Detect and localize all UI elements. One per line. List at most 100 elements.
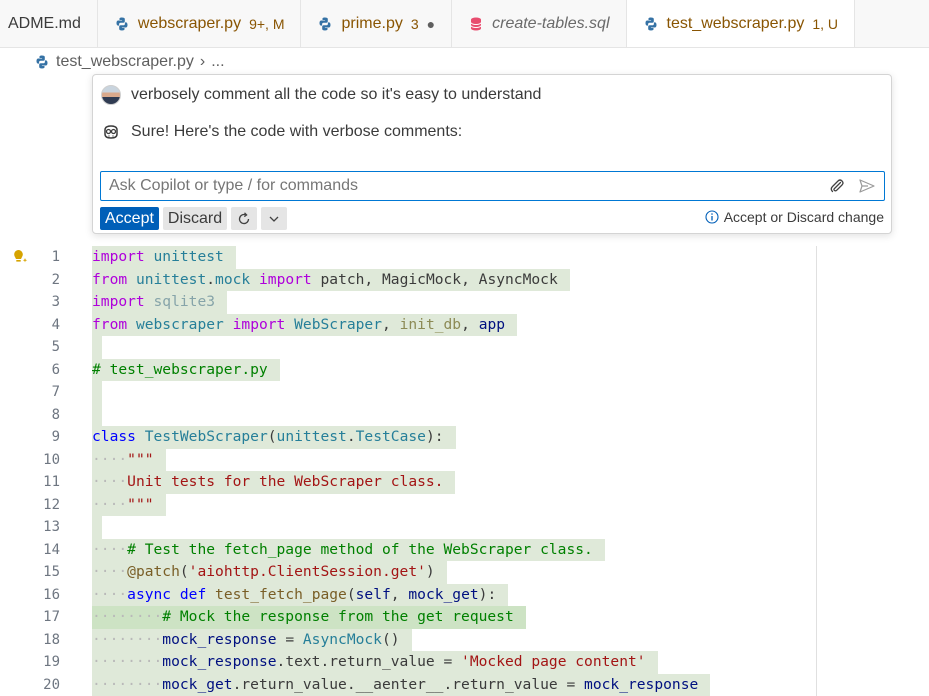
accept-discard-hint: Accept or Discard change <box>705 209 884 225</box>
code-token: () <box>381 630 400 648</box>
python-file-icon <box>645 17 656 31</box>
code-line[interactable]: 17 ········# Mock the response from the g… <box>0 606 929 629</box>
code-token: ( <box>179 563 189 580</box>
copilot-inline-chat: verbosely comment all the code so it's e… <box>92 74 892 234</box>
breadcrumb-more[interactable]: ... <box>211 53 224 71</box>
code-line[interactable]: 11 ····Unit tests for the WebScraper clas… <box>0 471 929 494</box>
code-line[interactable]: 3 import sqlite3 <box>0 291 929 314</box>
code-text <box>92 336 102 359</box>
tab-adme-md[interactable]: ADME.md <box>0 0 98 47</box>
code-line[interactable]: 2 from unittest.mock import patch, MagicM… <box>0 268 929 291</box>
user-message-text: verbosely comment all the code so it's e… <box>131 86 542 103</box>
line-number: 10 <box>43 451 60 468</box>
line-number: 16 <box>43 586 60 603</box>
code-text: ····# Test the fetch_page method of the … <box>92 538 605 561</box>
database-file-icon <box>470 17 482 30</box>
code-text: ····Unit tests for the WebScraper class. <box>92 471 456 494</box>
code-line[interactable]: 4 from webscraper import WebScraper, init… <box>0 313 929 336</box>
regenerate-button[interactable] <box>231 207 258 230</box>
code-token: webscraper <box>135 315 224 333</box>
code-token: import <box>92 248 145 265</box>
code-token: # test_webscraper.py <box>92 360 268 378</box>
tab-problem-badge: 1, U <box>812 16 839 32</box>
code-text: from unittest.mock import patch, MagicMo… <box>92 268 570 291</box>
line-number: 18 <box>43 631 60 648</box>
code-line[interactable]: 10 ····""" <box>0 448 929 471</box>
code-line[interactable]: 5 <box>0 336 929 359</box>
code-line[interactable]: 6 # test_webscraper.py <box>0 358 929 381</box>
unsaved-dot-icon[interactable]: ● <box>427 16 435 32</box>
refresh-icon <box>239 211 250 224</box>
code-token: ): <box>478 585 497 603</box>
code-line[interactable]: 15 ····@patch('aiohttp.ClientSession.get'… <box>0 561 929 584</box>
code-token: TestWebScraper <box>144 428 268 445</box>
tab-test-webscraper-py[interactable]: test_webscraper.py 1, U <box>626 0 856 47</box>
tab-label: create-tables.sql <box>492 14 610 32</box>
discard-button[interactable]: Discard <box>162 207 228 230</box>
more-actions-button[interactable] <box>261 207 288 230</box>
code-token: import <box>259 270 312 288</box>
code-line[interactable]: 8 <box>0 403 929 426</box>
code-token: import <box>92 293 145 310</box>
tab-label: ADME.md <box>8 14 81 32</box>
code-text <box>92 516 102 539</box>
code-token: ) <box>425 563 435 580</box>
chat-input[interactable] <box>101 173 828 199</box>
line-number: 3 <box>51 294 60 310</box>
line-number: 6 <box>51 361 60 378</box>
code-text: ····""" <box>92 448 166 471</box>
line-number: 11 <box>43 474 60 490</box>
code-text: ····""" <box>92 493 166 516</box>
code-token: .return_value.__aenter__.return_value = <box>232 675 585 693</box>
code-token: from <box>92 315 128 333</box>
tab-prime-py[interactable]: prime.py 3 ● <box>301 0 453 47</box>
code-token: .text.return_value = <box>276 653 462 670</box>
code-token: . <box>346 428 356 445</box>
code-line[interactable]: 12 ····""" <box>0 493 929 516</box>
code-token: mock <box>215 270 251 288</box>
code-line[interactable]: 19 ········mock_response.text.return_valu… <box>0 651 929 674</box>
code-text <box>92 403 102 426</box>
code-text: ········# Mock the response from the get… <box>92 606 526 629</box>
code-text: # test_webscraper.py <box>92 358 280 381</box>
code-line[interactable]: 18 ········mock_response = AsyncMock() <box>0 628 929 651</box>
breadcrumb-file[interactable]: test_webscraper.py <box>56 53 194 71</box>
indent-whitespace: ···· <box>92 540 128 558</box>
code-line[interactable]: 20 ········mock_get.return_value.__aenter… <box>0 673 929 696</box>
code-token: mock_response <box>162 653 277 670</box>
code-token: , <box>461 315 479 333</box>
attach-icon[interactable] <box>828 177 846 195</box>
breadcrumb: test_webscraper.py › ... <box>34 51 225 73</box>
tab-label: webscraper.py <box>137 14 242 32</box>
code-token: # Test the fetch_page method of the WebS… <box>127 540 593 558</box>
code-line[interactable]: 1 import unittest <box>0 246 929 269</box>
line-number: 12 <box>43 496 60 513</box>
indent-whitespace: ········ <box>92 630 163 648</box>
code-token: WebScraper <box>294 315 383 333</box>
code-token: def <box>179 585 207 603</box>
accept-button[interactable]: Accept <box>100 207 159 230</box>
code-text: ········mock_get.return_value.__aenter__… <box>92 673 711 696</box>
code-token: patch, MagicMock, AsyncMock <box>311 270 558 288</box>
tab-webscraper-py[interactable]: webscraper.py 9+, M <box>98 0 302 47</box>
code-line[interactable]: 7 <box>0 381 929 404</box>
code-token: mock_response <box>162 630 277 648</box>
code-text: from webscraper import WebScraper, init_… <box>92 313 518 336</box>
code-token: unittest <box>153 248 224 265</box>
code-line[interactable]: 13 <box>0 516 929 539</box>
tab-create-tables-sql[interactable]: create-tables.sql <box>452 0 627 47</box>
code-token: mock_get <box>162 675 233 693</box>
code-line[interactable]: 9 class TestWebScraper(unittest.TestCase)… <box>0 426 929 449</box>
python-file-icon <box>36 55 48 69</box>
code-token: ( <box>267 428 277 445</box>
code-line[interactable]: 16 ····async def test_fetch_page(self, mo… <box>0 583 929 606</box>
send-icon[interactable] <box>858 177 876 195</box>
line-number: 13 <box>43 519 60 535</box>
code-line[interactable]: 14 ····# Test the fetch_page method of th… <box>0 538 929 561</box>
code-token: self <box>355 585 391 603</box>
code-token: unittest <box>276 428 347 445</box>
code-editor[interactable]: 1 import unittest 2 from unittest.mock impo… <box>0 246 929 696</box>
